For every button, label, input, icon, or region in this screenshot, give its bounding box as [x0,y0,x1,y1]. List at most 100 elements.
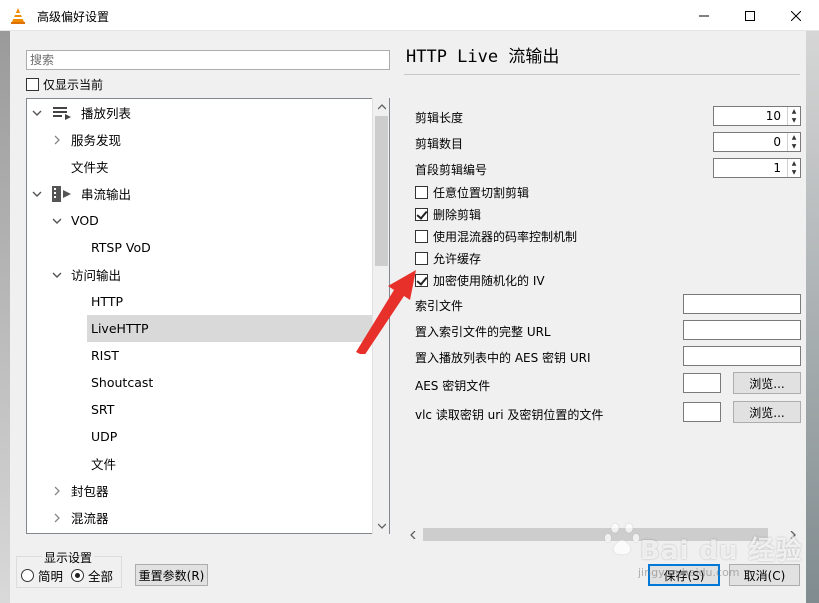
first-segment-number-value: 1 [773,161,781,175]
maximize-icon [745,10,755,21]
delete-segments-checkbox[interactable] [415,208,428,221]
tree-item-vod[interactable]: VOD [51,207,99,234]
chevron-down-icon[interactable] [31,188,43,200]
tree-item-label: HTTP [91,294,123,309]
key-loadfile-label: vlc 读取密钥 uri 及密钥位置的文件 [415,408,604,422]
chevron-right-icon[interactable] [51,485,63,497]
chevron-down-icon[interactable] [51,269,63,281]
index-url-input[interactable] [683,320,801,340]
spin-arrows[interactable]: ▲ ▼ [787,159,800,177]
show-current-label: 仅显示当前 [43,78,104,92]
tree-item-rist[interactable]: RIST [91,342,119,369]
key-loadfile-browse-button[interactable]: 浏览... [733,401,801,423]
aes-key-uri-input[interactable] [683,346,801,366]
panel-title: HTTP Live 流输出 [406,47,560,67]
tree-item-label: LiveHTTP [91,321,149,336]
tree-item-shoutcast[interactable]: Shoutcast [91,369,153,396]
scrollbar-thumb[interactable] [375,116,388,266]
muxer-ratecontrol-option[interactable]: 使用混流器的码率控制机制 [415,228,577,245]
tree-item-livehttp[interactable]: LiveHTTP [87,315,373,342]
annotation-arrow-icon [356,270,416,354]
muxer-ratecontrol-label: 使用混流器的码率控制机制 [433,230,578,244]
split-anywhere-label: 任意位置切割剪辑 [433,186,530,200]
tree-item-srt[interactable]: SRT [91,396,114,423]
tree-item-label: RIST [91,348,119,363]
tree-item-http[interactable]: HTTP [91,288,123,315]
spin-up-icon[interactable]: ▲ [788,107,800,116]
tree-item-service-discovery[interactable]: 服务发现 [51,126,121,153]
random-iv-option[interactable]: 加密使用随机化的 IV [415,272,545,289]
tree-item-udp[interactable]: UDP [91,423,117,450]
scroll-up-arrow-icon[interactable] [373,98,390,115]
split-anywhere-option[interactable]: 任意位置切割剪辑 [415,184,529,201]
maximize-button[interactable] [727,0,773,31]
minimize-button[interactable] [681,0,727,31]
settings-panel: 剪辑长度 10 ▲ ▼ 剪辑数目 0 ▲ ▼ 首段剪辑编号 1 ▲ ▼ 任意位置切割剪… [404,100,801,542]
close-icon [791,10,801,21]
scroll-left-arrow-icon[interactable] [404,526,421,543]
tree-item-muxer[interactable]: 混流器 [51,504,109,531]
chevron-right-icon[interactable] [51,134,63,146]
chevron-down-icon[interactable] [51,215,63,227]
allow-cache-label: 允许缓存 [433,252,482,266]
tree-item-access-output[interactable]: 访问输出 [51,261,121,288]
segment-count-value: 0 [773,135,781,149]
spin-arrows[interactable]: ▲ ▼ [787,133,800,151]
spin-up-icon[interactable]: ▲ [788,159,800,168]
preferences-tree[interactable]: 播放列表 服务发现 文件夹 串流输出 VOD RTSP VoD 访问输出 HTT… [26,98,390,534]
tree-item-label: 服务发现 [71,133,122,148]
tree-item-label: UDP [91,429,118,444]
spin-up-icon[interactable]: ▲ [788,133,800,142]
close-button[interactable] [773,0,819,31]
tree-item-file[interactable]: 文件 [91,450,116,477]
reset-preferences-button[interactable]: 重置参数(R) [135,564,208,586]
tree-item-label: Shoutcast [91,375,154,390]
spin-down-icon[interactable]: ▼ [788,168,800,177]
tree-item-label: 封包器 [71,484,109,499]
segment-length-value: 10 [765,109,781,123]
tree-item-label: RTSP VoD [91,240,151,255]
tree-item-label: VOD [71,213,99,228]
simple-radio[interactable] [21,569,34,582]
segment-length-spinbox[interactable]: 10 ▲ ▼ [713,106,801,126]
tree-item-playlist[interactable]: 播放列表 [31,99,131,126]
tree-item-rtsp-vod[interactable]: RTSP VoD [91,234,151,261]
aes-key-file-input[interactable] [683,373,721,393]
scroll-down-arrow-icon[interactable] [373,517,390,534]
aes-key-file-browse-button[interactable]: 浏览... [733,372,801,394]
allow-cache-option[interactable]: 允许缓存 [415,250,481,267]
tree-item-stream-output[interactable]: 串流输出 [31,180,131,207]
panel-title-divider [404,74,800,75]
vlc-cone-icon [11,8,25,24]
first-segment-number-spinbox[interactable]: 1 ▲ ▼ [713,158,801,178]
search-input[interactable] [26,50,390,70]
spin-down-icon[interactable]: ▼ [788,116,800,125]
spin-down-icon[interactable]: ▼ [788,142,800,151]
chevron-right-icon[interactable] [51,512,63,524]
spin-arrows[interactable]: ▲ ▼ [787,107,800,125]
display-all-option[interactable]: 全部 [71,566,113,585]
key-loadfile-input[interactable] [683,402,721,422]
tree-item-label: 访问输出 [71,268,122,283]
chevron-down-icon[interactable] [31,107,43,119]
all-label: 全部 [88,569,114,584]
display-simple-option[interactable]: 简明 [21,566,63,585]
show-current-checkbox[interactable] [26,78,39,91]
baidu-watermark-text: Bai du 经验 [640,536,803,566]
tree-item-packetizer[interactable]: 封包器 [51,477,109,504]
split-anywhere-checkbox[interactable] [415,186,428,199]
desktop-background-left [0,31,10,603]
delete-segments-option[interactable]: 删除剪辑 [415,206,481,223]
tree-item-label: 文件夹 [71,160,109,175]
muxer-ratecontrol-checkbox[interactable] [415,230,428,243]
all-radio[interactable] [71,569,84,582]
allow-cache-checkbox[interactable] [415,252,428,265]
index-file-input[interactable] [683,294,801,314]
segment-count-label: 剪辑数目 [415,137,464,151]
random-iv-label: 加密使用随机化的 IV [433,274,545,288]
segment-length-label: 剪辑长度 [415,111,464,125]
display-settings-legend: 显示设置 [42,549,95,566]
tree-item-folder[interactable]: 文件夹 [71,153,109,180]
segment-count-spinbox[interactable]: 0 ▲ ▼ [713,132,801,152]
show-current-option[interactable]: 仅显示当前 [26,76,103,93]
